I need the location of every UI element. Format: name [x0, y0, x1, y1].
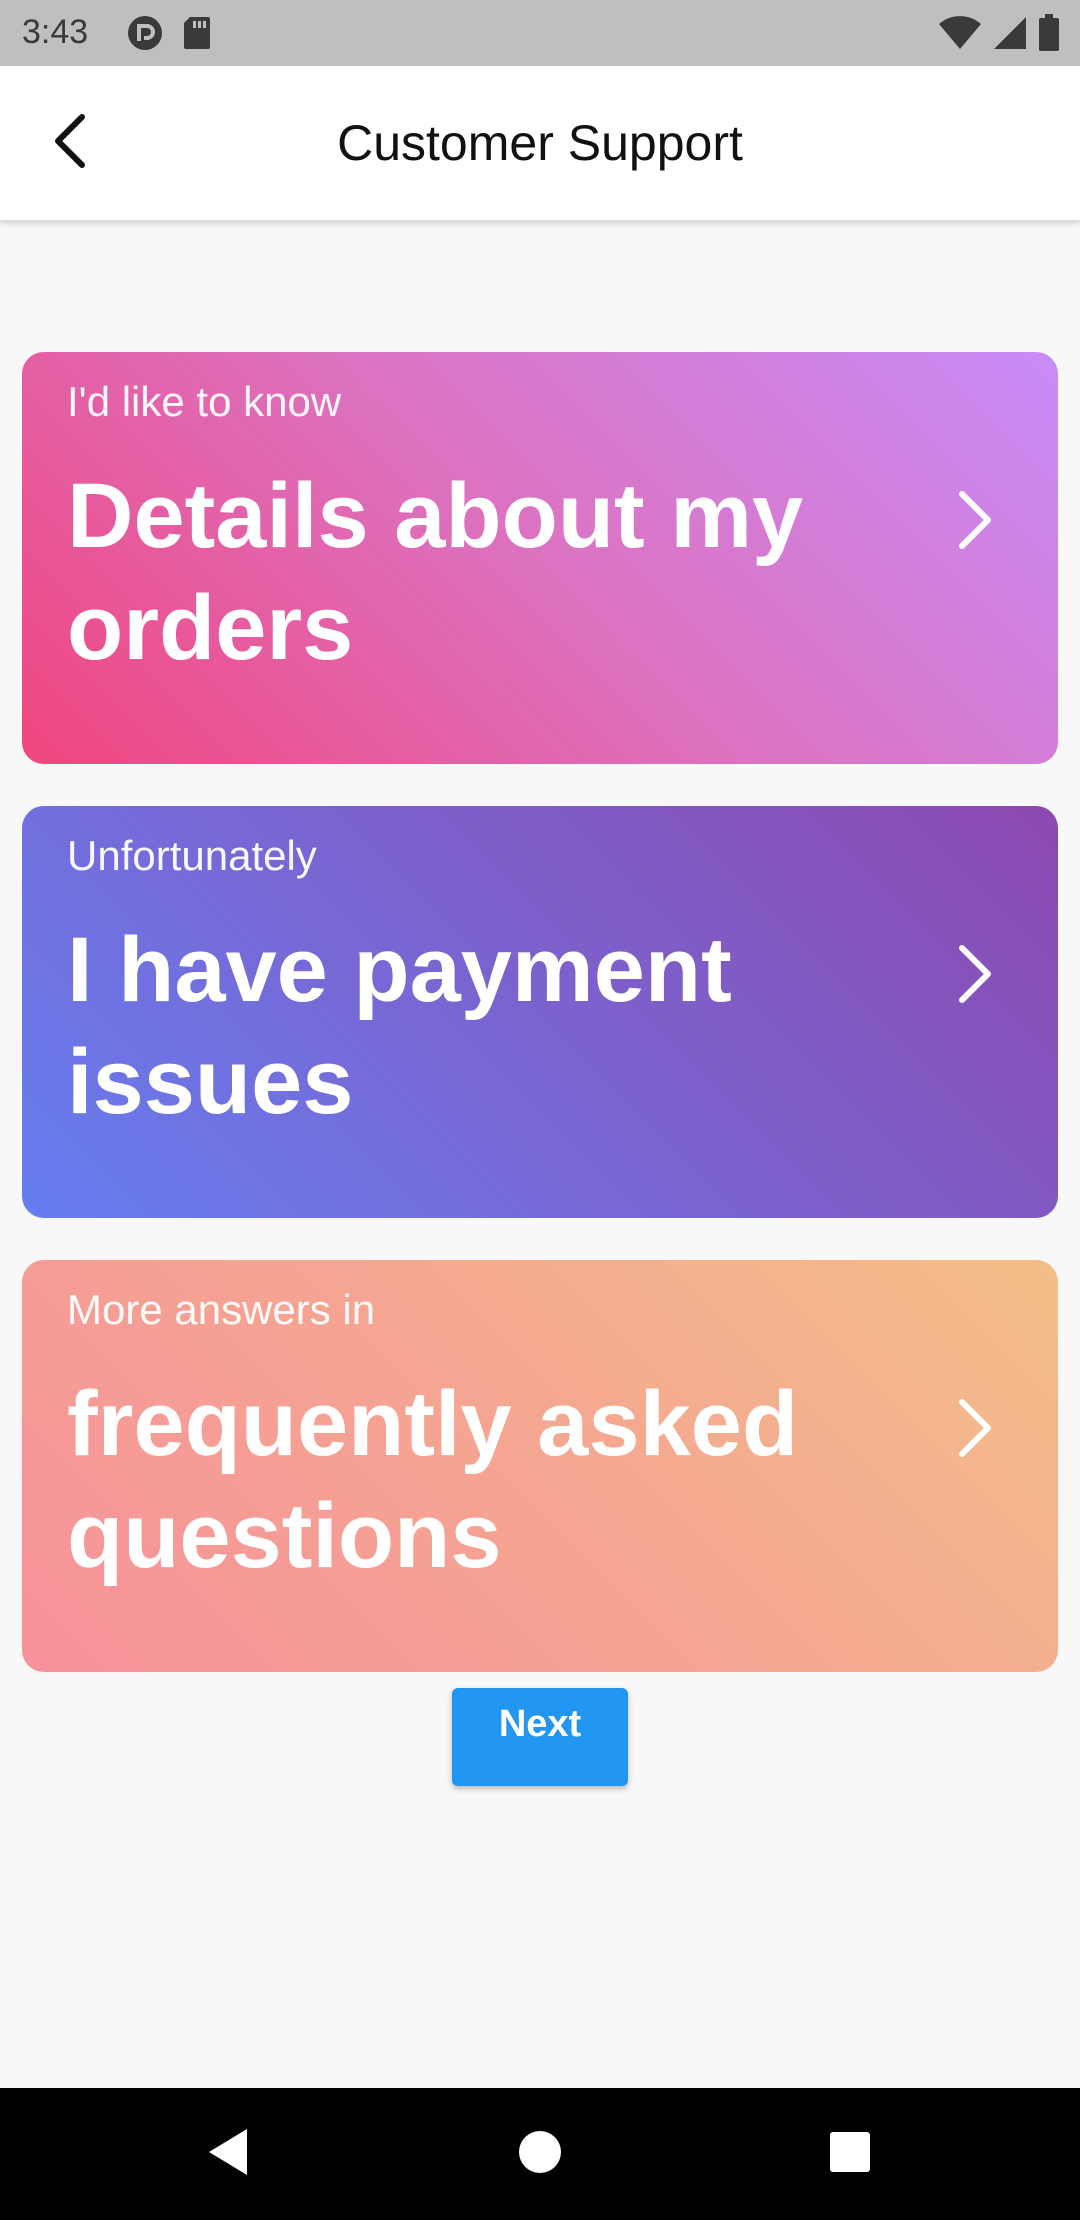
navigation-bar	[0, 2088, 1080, 2220]
card-order-details[interactable]: I'd like to know Details about my orders	[22, 352, 1058, 764]
status-icons-right	[938, 14, 1060, 57]
chevron-right-icon	[946, 934, 1006, 1014]
wifi-icon	[938, 15, 982, 56]
card-faq[interactable]: More answers in frequently asked questio…	[22, 1260, 1058, 1672]
card-title: Details about my orders	[67, 465, 804, 679]
battery-icon	[1038, 14, 1060, 57]
nav-back-button[interactable]	[192, 2118, 264, 2190]
next-button[interactable]: Next	[452, 1688, 628, 1786]
status-time: 3:43	[22, 13, 89, 51]
nav-recents-button[interactable]	[814, 2118, 886, 2190]
chevron-right-icon	[946, 1388, 1006, 1468]
nav-home-icon	[517, 2129, 563, 2180]
status-icons-left	[126, 14, 212, 57]
signal-icon	[992, 15, 1028, 56]
page-title: Customer Support	[337, 115, 743, 171]
card-payment-issues[interactable]: Unfortunately I have payment issues	[22, 806, 1058, 1218]
app-bar: Customer Support	[0, 66, 1080, 220]
nav-recents-icon	[828, 2130, 872, 2179]
status-bar: 3:43	[0, 0, 1080, 66]
card-subtitle: I'd like to know	[67, 378, 342, 425]
card-title: frequently asked questions	[67, 1373, 799, 1587]
chevron-right-icon	[946, 480, 1006, 560]
nav-home-button[interactable]	[504, 2118, 576, 2190]
notification-icon	[126, 14, 164, 57]
sd-card-icon	[182, 15, 212, 56]
nav-back-icon	[203, 2125, 253, 2184]
card-title: I have payment issues	[67, 919, 732, 1133]
card-subtitle: Unfortunately	[67, 832, 317, 879]
card-subtitle: More answers in	[67, 1286, 376, 1333]
